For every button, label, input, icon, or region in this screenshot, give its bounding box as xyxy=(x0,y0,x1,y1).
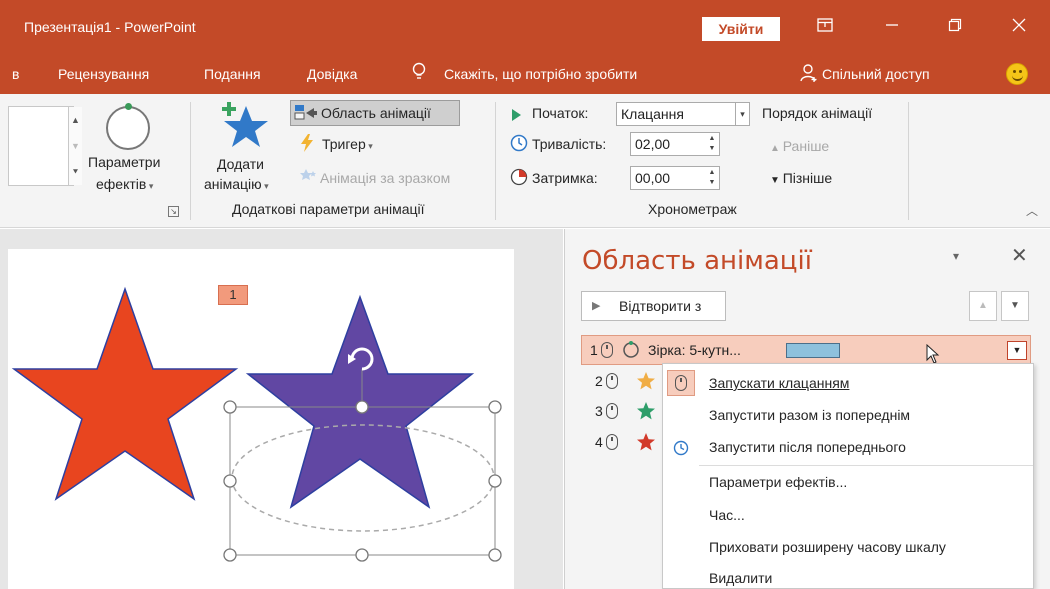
pane-close-icon[interactable]: ✕ xyxy=(1011,243,1028,268)
menu-remove[interactable]: Видалити xyxy=(709,570,772,586)
spin-up-icon: ▲ xyxy=(708,135,716,142)
effect-options-label-2[interactable]: ефектів xyxy=(96,176,146,192)
emphasis-star-icon xyxy=(637,372,655,390)
red-star-shape xyxy=(11,286,239,501)
delay-label: Затримка: xyxy=(532,170,598,186)
on-click-mouse-icon xyxy=(606,373,618,389)
move-later-button[interactable]: Пізніше xyxy=(783,170,832,186)
tab-slideshow[interactable]: Подання xyxy=(204,66,261,82)
slide-canvas[interactable] xyxy=(8,249,514,589)
close-icon[interactable] xyxy=(999,12,1039,42)
chevron-down-icon[interactable]: ▾ xyxy=(735,103,749,125)
spin-up-icon: ▲ xyxy=(708,169,716,176)
tab-review[interactable]: Рецензування xyxy=(58,66,149,82)
on-click-mouse-icon xyxy=(606,434,618,450)
move-earlier-icon: ▲ xyxy=(770,143,783,154)
trigger-button[interactable]: Тригер xyxy=(322,136,366,152)
ribbon-animations: ▲ ▼ ⯆ Параметри ефектів ▾ ↘ Додати аніма… xyxy=(0,94,1050,228)
share-button[interactable]: Спільний доступ xyxy=(822,66,930,82)
ribbon-display-options-icon[interactable] xyxy=(805,12,845,42)
trigger-bolt-icon[interactable] xyxy=(300,134,314,155)
menu-timing[interactable]: Час... xyxy=(709,507,745,523)
menu-start-after-previous[interactable]: Запустити після попереднього xyxy=(709,439,906,455)
effect-options-icon[interactable] xyxy=(106,103,150,150)
start-label: Початок: xyxy=(532,105,589,121)
dialog-launcher-icon[interactable]: ↘ xyxy=(168,206,179,217)
lightbulb-icon[interactable] xyxy=(412,62,426,87)
move-later-icon: ▼ xyxy=(770,175,783,186)
menu-effect-options[interactable]: Параметри ефектів... xyxy=(709,474,847,490)
window-title: Презентація1 - PowerPoint xyxy=(24,19,196,35)
animation-item-2[interactable]: 2 xyxy=(581,367,661,397)
restore-icon[interactable] xyxy=(935,12,975,42)
animation-item-4[interactable]: 4 xyxy=(581,428,661,458)
ribbon-tabs: в Рецензування Подання Довідка Скажіть, … xyxy=(0,54,1050,94)
animation-item-label: Зірка: 5-кутн... xyxy=(648,342,741,358)
cursor-arrow-icon xyxy=(926,344,940,364)
delay-spinner[interactable]: 00,00 ▲ ▼ xyxy=(630,166,720,190)
start-dropdown[interactable]: Клацання ▾ xyxy=(616,102,750,126)
animation-pane-button[interactable]: Область анімації xyxy=(290,100,460,126)
start-play-icon xyxy=(512,109,521,121)
animation-item-3[interactable]: 3 xyxy=(581,397,661,427)
after-previous-clock-icon xyxy=(673,440,689,456)
move-down-icon[interactable]: ▼ xyxy=(1001,291,1029,321)
smiley-feedback-icon[interactable] xyxy=(1006,63,1028,85)
duration-clock-icon xyxy=(510,134,528,155)
timeline-bar[interactable] xyxy=(786,343,840,358)
add-animation-label[interactable]: Додати xyxy=(217,156,264,172)
play-from-button[interactable]: ▶ Відтворити з xyxy=(581,291,726,321)
gallery-more-icon[interactable]: ⯆ xyxy=(69,159,82,185)
gallery-down-icon[interactable]: ▼ xyxy=(69,133,82,159)
share-person-icon[interactable] xyxy=(800,63,818,86)
animation-pane-icon xyxy=(294,105,317,120)
add-animation-label-2[interactable]: анімацію xyxy=(204,176,262,192)
group-label-timing: Хронометраж xyxy=(648,201,737,217)
spin-down-icon: ▼ xyxy=(708,179,716,186)
item-dropdown-icon[interactable]: ▼ xyxy=(1007,341,1027,360)
animation-gallery[interactable]: ▲ ▼ ⯆ xyxy=(8,106,82,186)
on-click-checked-icon xyxy=(667,370,695,396)
entrance-star-icon xyxy=(637,402,655,420)
effect-options-label[interactable]: Параметри xyxy=(88,154,160,170)
animation-context-menu: Запускати клацанням Запустити разом із п… xyxy=(662,363,1034,589)
on-click-mouse-icon xyxy=(606,403,618,419)
motion-circle-icon xyxy=(623,341,639,358)
menu-start-on-click[interactable]: Запускати клацанням xyxy=(709,375,849,391)
animation-item-1[interactable]: 1 Зірка: 5-кутн... ▼ xyxy=(581,335,1031,365)
collapse-ribbon-icon[interactable]: ︿ xyxy=(1026,202,1038,219)
pane-options-icon[interactable]: ▾ xyxy=(953,249,959,263)
duration-spinner[interactable]: 02,00 ▲ ▼ xyxy=(630,132,720,156)
tab-help[interactable]: Довідка xyxy=(307,66,357,82)
on-click-mouse-icon xyxy=(601,342,613,358)
group-label-advanced: Додаткові параметри анімації xyxy=(232,201,425,217)
minimize-icon[interactable] xyxy=(872,12,912,42)
tell-me-search[interactable]: Скажіть, що потрібно зробити xyxy=(444,66,637,82)
sign-in-button[interactable]: Увійти xyxy=(702,17,780,41)
menu-start-with-previous[interactable]: Запустити разом із попереднім xyxy=(709,407,910,423)
animation-order-tag: 1 xyxy=(218,285,248,305)
pane-title: Область анімації xyxy=(582,246,812,276)
reorder-title: Порядок анімації xyxy=(762,105,873,121)
slide-workspace xyxy=(0,229,563,589)
move-earlier-button: Раніше xyxy=(782,138,830,154)
menu-hide-timeline[interactable]: Приховати розширену часову шкалу xyxy=(709,539,946,555)
animation-painter-button: Анімація за зразком xyxy=(320,170,451,186)
duration-label: Тривалість: xyxy=(532,136,607,152)
spin-down-icon: ▼ xyxy=(708,145,716,152)
move-up-icon[interactable]: ▲ xyxy=(969,291,997,321)
play-icon: ▶ xyxy=(592,300,601,312)
title-bar: Презентація1 - PowerPoint Увійти xyxy=(0,0,1050,54)
exit-star-icon xyxy=(637,433,655,451)
tab-truncated[interactable]: в xyxy=(12,66,19,82)
gallery-up-icon[interactable]: ▲ xyxy=(69,107,82,133)
add-animation-star-icon[interactable] xyxy=(218,100,270,150)
delay-clock-icon xyxy=(510,168,528,189)
animation-painter-icon xyxy=(298,168,318,185)
